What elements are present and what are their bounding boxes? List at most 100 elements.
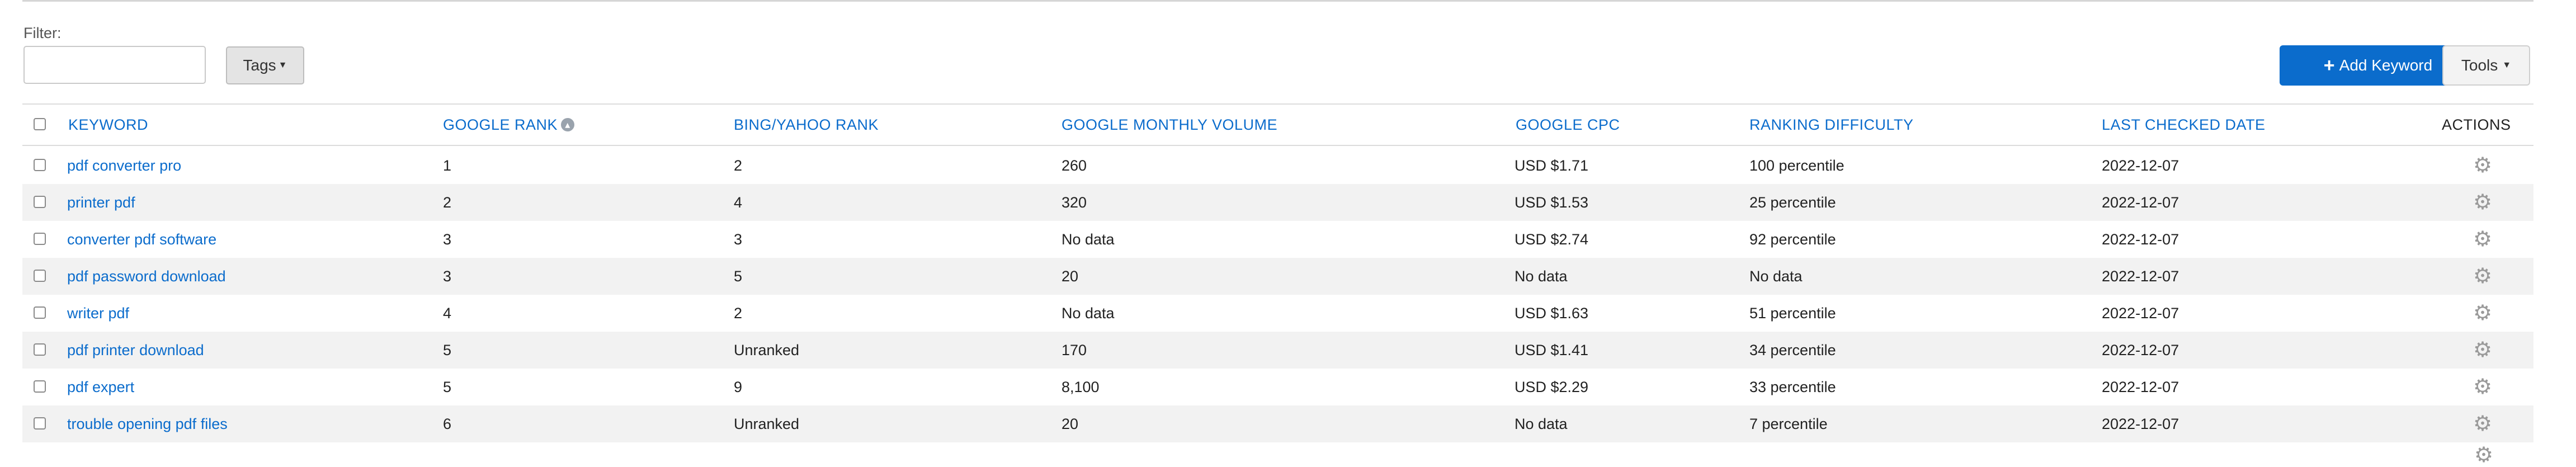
google-rank-cell: 5 (443, 341, 452, 358)
google-cpc-cell: No data (1515, 267, 1568, 285)
google-cpc-cell: USD $1.53 (1515, 194, 1589, 211)
column-header-google-monthly-volume[interactable]: GOOGLE MONTHLY VOLUME (1061, 105, 1277, 145)
last-checked-date-cell: 2022-12-07 (2102, 341, 2179, 358)
add-keyword-label: Add Keyword (2339, 56, 2433, 74)
tags-dropdown-button[interactable]: Tags ▼ (226, 46, 304, 84)
keyword-link[interactable]: pdf converter pro (67, 147, 181, 184)
caret-down-icon: ▼ (278, 60, 287, 70)
ranking-difficulty-cell: 7 percentile (1749, 415, 1828, 432)
row-actions: ⚙ (2473, 369, 2492, 405)
filter-label: Filter: (23, 25, 62, 41)
column-header-google-cpc[interactable]: GOOGLE CPC (1516, 105, 1620, 145)
ranking-difficulty-cell: 25 percentile (1749, 194, 1836, 211)
ranking-difficulty-cell: 92 percentile (1749, 230, 1836, 248)
ranking-difficulty-cell: 34 percentile (1749, 341, 1836, 358)
keyword-link[interactable]: trouble opening pdf files (67, 405, 228, 442)
google-rank-cell: 5 (443, 378, 452, 395)
table-row: printer pdf 2 4 320 USD $1.53 25 percentile 20… (22, 184, 2533, 221)
google-rank-cell: 3 (443, 230, 452, 248)
column-header-last-checked-date[interactable]: LAST CHECKED DATE (2102, 105, 2266, 145)
bing-yahoo-rank-cell: Unranked (734, 415, 800, 432)
column-header-keyword[interactable]: KEYWORD (68, 105, 148, 145)
gear-icon[interactable]: ⚙ (2473, 192, 2492, 213)
google-rank-cell: 3 (443, 267, 452, 285)
last-checked-date-cell: 2022-12-07 (2102, 267, 2179, 285)
row-actions: ⚙ (2473, 147, 2492, 184)
sort-icon: ▴ (561, 118, 575, 131)
google-rank-cell: 4 (443, 304, 452, 322)
row-actions: ⚙ (2473, 405, 2492, 442)
last-checked-date-cell: 2022-12-07 (2102, 415, 2179, 432)
top-divider (22, 0, 2533, 2)
row-actions: ⚙ (2473, 258, 2492, 295)
table-row: pdf password download 3 5 20 No data No data 2… (22, 258, 2533, 295)
ranking-difficulty-cell: 100 percentile (1749, 157, 1844, 174)
row-checkbox[interactable] (34, 306, 46, 319)
bing-yahoo-rank-cell: 2 (734, 304, 743, 322)
bing-yahoo-rank-cell: 5 (734, 267, 743, 285)
monthly-volume-cell: 20 (1061, 415, 1079, 432)
keyword-link[interactable]: converter pdf software (67, 221, 216, 258)
ranking-difficulty-cell: 33 percentile (1749, 378, 1836, 395)
table-row: writer pdf 4 2 No data USD $1.63 51 percentil… (22, 295, 2533, 332)
google-cpc-cell: USD $1.63 (1515, 304, 1589, 322)
row-checkbox[interactable] (34, 270, 46, 282)
table-row: trouble opening pdf files 6 Unranked 20 No d… (22, 405, 2533, 442)
monthly-volume-cell: No data (1061, 304, 1115, 322)
bing-yahoo-rank-cell: 9 (734, 378, 743, 395)
row-actions: ⚙ (2473, 221, 2492, 258)
keyword-link[interactable]: writer pdf (67, 295, 129, 332)
bing-yahoo-rank-cell: Unranked (734, 341, 800, 358)
google-rank-cell: 6 (443, 415, 452, 432)
google-rank-cell: 1 (443, 157, 452, 174)
row-checkbox[interactable] (34, 417, 46, 430)
row-actions: ⚙ (2473, 332, 2492, 369)
column-header-google-rank[interactable]: GOOGLE RANK ▴ (443, 105, 575, 145)
monthly-volume-cell: 20 (1061, 267, 1079, 285)
monthly-volume-cell: 170 (1061, 341, 1087, 358)
keyword-link[interactable]: pdf password download (67, 258, 226, 295)
row-checkbox[interactable] (34, 196, 46, 208)
gear-icon[interactable]: ⚙ (2473, 339, 2492, 361)
keyword-ranking-panel: Filter: Tags ▼ + Add Keyword Tools ▼ KEY… (0, 0, 2576, 466)
google-cpc-cell: USD $1.71 (1515, 157, 1589, 174)
select-all-checkbox[interactable] (34, 118, 46, 130)
bing-yahoo-rank-cell: 4 (734, 194, 743, 211)
gear-icon[interactable]: ⚙ (2473, 303, 2492, 324)
row-checkbox[interactable] (34, 380, 46, 393)
caret-down-icon: ▼ (2502, 60, 2512, 70)
tools-button-label: Tools (2461, 56, 2498, 74)
google-cpc-cell: USD $2.29 (1515, 378, 1589, 395)
table-row: converter pdf software 3 3 No data USD $2.74… (22, 221, 2533, 258)
keyword-link[interactable]: printer pdf (67, 184, 135, 221)
gear-icon[interactable]: ⚙ (2473, 229, 2492, 250)
gear-icon[interactable]: ⚙ (2473, 266, 2492, 287)
row-checkbox[interactable] (34, 233, 46, 245)
monthly-volume-cell: No data (1061, 230, 1115, 248)
column-header-ranking-difficulty[interactable]: RANKING DIFFICULTY (1749, 105, 1914, 145)
tools-dropdown-button[interactable]: Tools ▼ (2442, 45, 2530, 86)
filter-input[interactable] (23, 46, 206, 84)
google-rank-cell: 2 (443, 194, 452, 211)
last-checked-date-cell: 2022-12-07 (2102, 157, 2179, 174)
table-header: KEYWORD GOOGLE RANK ▴ BING/YAHOO RANK GO… (22, 105, 2533, 146)
gear-icon[interactable]: ⚙ (2473, 155, 2492, 176)
google-cpc-cell: USD $2.74 (1515, 230, 1589, 248)
table-row: pdf printer download 5 Unranked 170 USD $1.4… (22, 332, 2533, 369)
gear-icon[interactable]: ⚙ (2473, 413, 2492, 435)
gear-icon[interactable]: ⚙ (2473, 376, 2492, 398)
tags-button-label: Tags (243, 56, 276, 74)
row-checkbox[interactable] (34, 343, 46, 356)
last-checked-date-cell: 2022-12-07 (2102, 304, 2179, 322)
bing-yahoo-rank-cell: 2 (734, 157, 743, 174)
row-actions: ⚙ (2473, 295, 2492, 332)
keyword-link[interactable]: pdf expert (67, 369, 134, 405)
monthly-volume-cell: 320 (1061, 194, 1087, 211)
gear-icon[interactable]: ⚙ (2474, 445, 2493, 466)
last-checked-date-cell: 2022-12-07 (2102, 194, 2179, 211)
keyword-link[interactable]: pdf printer download (67, 332, 204, 369)
row-actions: ⚙ (2473, 184, 2492, 221)
table-row: pdf converter pro 1 2 260 USD $1.71 100 perce… (22, 147, 2533, 184)
row-checkbox[interactable] (34, 159, 46, 171)
column-header-bing-yahoo-rank[interactable]: BING/YAHOO RANK (734, 105, 879, 145)
